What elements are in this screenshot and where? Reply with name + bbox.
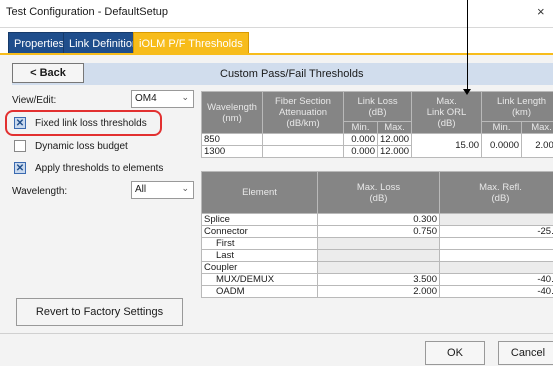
- length-min-cell[interactable]: 0.0000: [481, 133, 523, 158]
- table-row: 850 0.000 12.000 15.00 0.0000 2.000: [201, 133, 553, 158]
- chevron-down-icon: ⌄: [181, 92, 189, 102]
- max-refl-cell[interactable]: [439, 237, 553, 250]
- loss-max-cell[interactable]: 12.000: [376, 145, 413, 158]
- max-refl-cell[interactable]: -40.0: [439, 273, 553, 286]
- table-row: Connector 0.750 -25.0: [201, 225, 553, 238]
- tab-bar: Properties Link Definition iOLM P/F Thre…: [0, 28, 553, 54]
- max-loss-cell[interactable]: 3.500: [317, 273, 440, 286]
- wavelength-label: Wavelength:: [12, 186, 68, 197]
- view-edit-label: View/Edit:: [12, 95, 57, 106]
- max-refl-cell[interactable]: -25.0: [439, 225, 553, 238]
- view-edit-select[interactable]: OM4 ⌄: [131, 90, 194, 108]
- table-row: OADM 2.000 -40.0: [201, 285, 553, 298]
- max-refl-cell: [439, 261, 553, 274]
- loss-max-cell[interactable]: 12.000: [376, 133, 413, 146]
- tab-link-definition[interactable]: Link Definition: [63, 32, 145, 54]
- element-name: First: [201, 237, 318, 250]
- view-edit-value: OM4: [135, 93, 157, 104]
- element-name: MUX/DEMUX: [201, 273, 318, 286]
- col-length-max: Max.: [521, 121, 553, 134]
- window-title: Test Configuration - DefaultSetup: [6, 6, 169, 18]
- cancel-button[interactable]: Cancel: [498, 341, 553, 365]
- orl-cell[interactable]: 15.00: [411, 133, 483, 158]
- fixed-loss-label: Fixed link loss thresholds: [35, 118, 147, 129]
- table-row: Last: [201, 249, 553, 262]
- col-element: Element: [201, 171, 318, 214]
- wavelength-select[interactable]: All ⌄: [131, 181, 194, 199]
- element-threshold-table: Element Max. Loss (dB) Max. Refl. (dB) S…: [201, 171, 553, 298]
- max-refl-cell[interactable]: [439, 249, 553, 262]
- col-max-refl: Max. Refl. (dB): [439, 171, 553, 214]
- fixed-loss-checkbox[interactable]: ✕: [14, 117, 26, 129]
- revert-factory-button[interactable]: Revert to Factory Settings: [16, 298, 183, 326]
- back-button[interactable]: < Back: [12, 63, 84, 83]
- table-row: MUX/DEMUX 3.500 -40.0: [201, 273, 553, 286]
- tab-underline: [0, 53, 553, 55]
- max-refl-cell[interactable]: -40.0: [439, 285, 553, 298]
- table-row: Splice 0.300: [201, 213, 553, 226]
- col-length-min: Min.: [481, 121, 523, 134]
- col-link-loss-min: Min.: [343, 121, 378, 134]
- dynamic-budget-label: Dynamic loss budget: [35, 141, 128, 152]
- ok-button[interactable]: OK: [425, 341, 485, 365]
- max-loss-cell: [317, 261, 440, 274]
- element-name: Connector: [201, 225, 318, 238]
- attenuation-cell[interactable]: [262, 145, 344, 158]
- page-title: Custom Pass/Fail Thresholds: [220, 68, 364, 80]
- loss-min-cell[interactable]: 0.000: [343, 145, 378, 158]
- dynamic-budget-checkbox[interactable]: [14, 140, 26, 152]
- length-max-cell[interactable]: 2.000: [521, 133, 553, 158]
- close-icon[interactable]: ×: [537, 4, 545, 19]
- max-loss-cell[interactable]: 0.300: [317, 213, 440, 226]
- element-name: Coupler: [201, 261, 318, 274]
- max-refl-cell: [439, 213, 553, 226]
- col-wavelength: Wavelength (nm): [201, 91, 263, 134]
- table-row: First: [201, 237, 553, 250]
- wavelength-cell[interactable]: 850: [201, 133, 263, 146]
- tab-iolm-pf-thresholds[interactable]: iOLM P/F Thresholds: [133, 32, 249, 54]
- element-name: OADM: [201, 285, 318, 298]
- tab-properties[interactable]: Properties: [8, 32, 71, 54]
- apply-elements-label: Apply thresholds to elements: [35, 163, 164, 174]
- col-fiber-attenuation: Fiber Section Attenuation (dB/km): [262, 91, 344, 134]
- chevron-down-icon: ⌄: [181, 183, 189, 193]
- callout-line: [467, 0, 468, 92]
- loss-min-cell[interactable]: 0.000: [343, 133, 378, 146]
- dialog-window: Test Configuration - DefaultSetup × Prop…: [0, 0, 553, 366]
- col-max-orl: Max. Link ORL (dB): [411, 91, 483, 134]
- attenuation-cell[interactable]: [262, 133, 344, 146]
- max-loss-cell[interactable]: 2.000: [317, 285, 440, 298]
- element-name: Splice: [201, 213, 318, 226]
- table-row: Coupler: [201, 261, 553, 274]
- wavelength-value: All: [135, 184, 147, 195]
- section-header: Custom Pass/Fail Thresholds: [12, 63, 553, 85]
- wavelength-cell[interactable]: 1300: [201, 145, 263, 158]
- apply-elements-checkbox[interactable]: ✕: [14, 162, 26, 174]
- title-bar: Test Configuration - DefaultSetup ×: [0, 0, 553, 28]
- max-loss-cell: [317, 249, 440, 262]
- link-threshold-table: Wavelength (nm) Fiber Section Attenuatio…: [201, 91, 553, 158]
- col-link-length: Link Length (km): [481, 91, 553, 122]
- element-name: Last: [201, 249, 318, 262]
- max-loss-cell: [317, 237, 440, 250]
- callout-arrow-icon: [463, 89, 471, 95]
- col-link-loss: Link Loss (dB): [342, 91, 413, 122]
- col-link-loss-max: Max.: [376, 121, 413, 134]
- col-max-loss: Max. Loss (dB): [317, 171, 440, 214]
- max-loss-cell[interactable]: 0.750: [317, 225, 440, 238]
